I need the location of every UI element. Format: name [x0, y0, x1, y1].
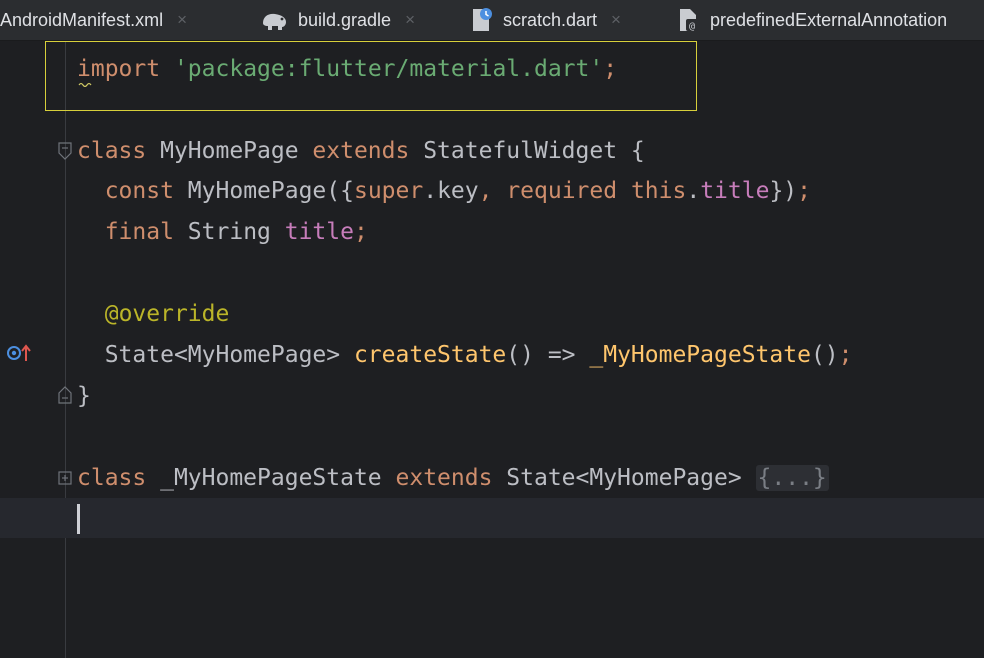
- code-line-11[interactable]: class _MyHomePageState extends State<MyH…: [77, 458, 829, 499]
- code-line-8[interactable]: State<MyHomePage> createState() => _MyHo…: [77, 335, 853, 376]
- code-line-9[interactable]: }: [77, 376, 91, 417]
- code-line-5[interactable]: final String title;: [77, 212, 368, 253]
- tab-android-manifest[interactable]: AndroidManifest.xml ×: [0, 0, 187, 40]
- string-literal: 'package:flutter/material.dart': [173, 56, 604, 82]
- fold-expand-icon[interactable]: [58, 471, 72, 485]
- close-icon[interactable]: ×: [405, 10, 415, 30]
- tab-label: scratch.dart: [503, 9, 598, 30]
- close-icon[interactable]: ×: [177, 10, 187, 30]
- text-cursor: [77, 504, 80, 534]
- fold-collapse-icon[interactable]: [58, 142, 72, 160]
- gradle-elephant-icon: [263, 13, 286, 30]
- annotation-file-icon: @: [680, 9, 698, 32]
- code-line-1[interactable]: import 'package:flutter/material.dart';: [77, 49, 617, 90]
- code-line-4[interactable]: const MyHomePage({super.key, required th…: [77, 171, 811, 212]
- editor-tab-bar: AndroidManifest.xml × build.gradle × scr…: [0, 0, 984, 41]
- folded-region[interactable]: {...}: [755, 465, 829, 491]
- overrides-method-icon[interactable]: [6, 342, 34, 364]
- scratch-file-icon: [473, 8, 492, 31]
- gutter-separator: [65, 41, 66, 658]
- tab-build-gradle[interactable]: build.gradle ×: [260, 0, 415, 40]
- tab-label: build.gradle: [298, 9, 392, 30]
- close-icon[interactable]: ×: [611, 10, 621, 30]
- current-line-highlight: [0, 498, 984, 538]
- squiggle-warning-icon: [78, 82, 92, 87]
- tab-label: predefinedExternalAnnotation: [710, 9, 948, 30]
- tab-scratch-dart[interactable]: scratch.dart ×: [469, 0, 621, 40]
- fold-end-icon[interactable]: [58, 386, 72, 404]
- code-line-7[interactable]: @override: [77, 294, 230, 335]
- tab-predefined-external-annotations[interactable]: @ predefinedExternalAnnotation: [676, 0, 947, 40]
- code-line-3[interactable]: class MyHomePage extends StatefulWidget …: [77, 131, 645, 172]
- tab-label: AndroidManifest.xml: [0, 9, 164, 30]
- code-editor[interactable]: import 'package:flutter/material.dart'; …: [0, 41, 984, 658]
- svg-text:@: @: [689, 21, 695, 32]
- keyword: import: [77, 56, 161, 82]
